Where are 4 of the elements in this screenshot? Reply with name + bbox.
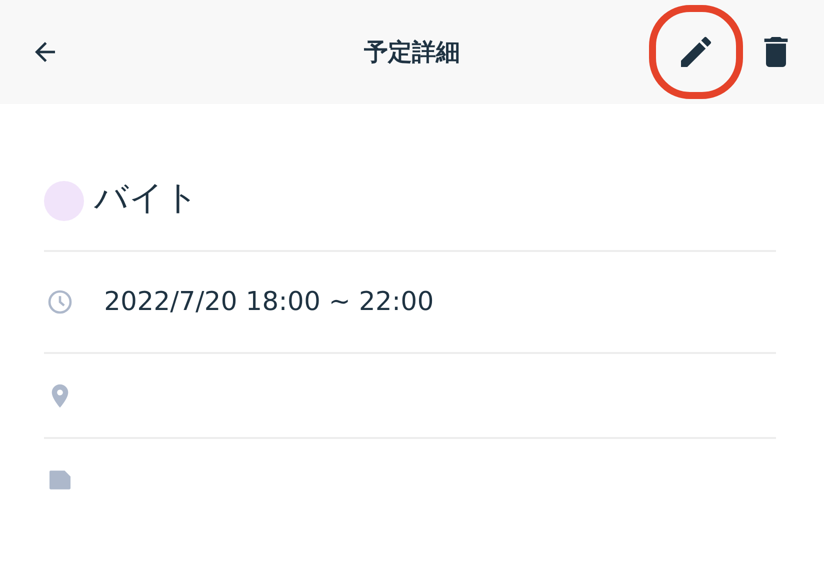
screen-title: 予定詳細 <box>363 37 461 68</box>
clock-icon <box>46 288 74 316</box>
detail-text: 2022/7/20 18:00 ~ 22:00 <box>104 287 434 317</box>
event-title: バイト <box>94 177 199 220</box>
